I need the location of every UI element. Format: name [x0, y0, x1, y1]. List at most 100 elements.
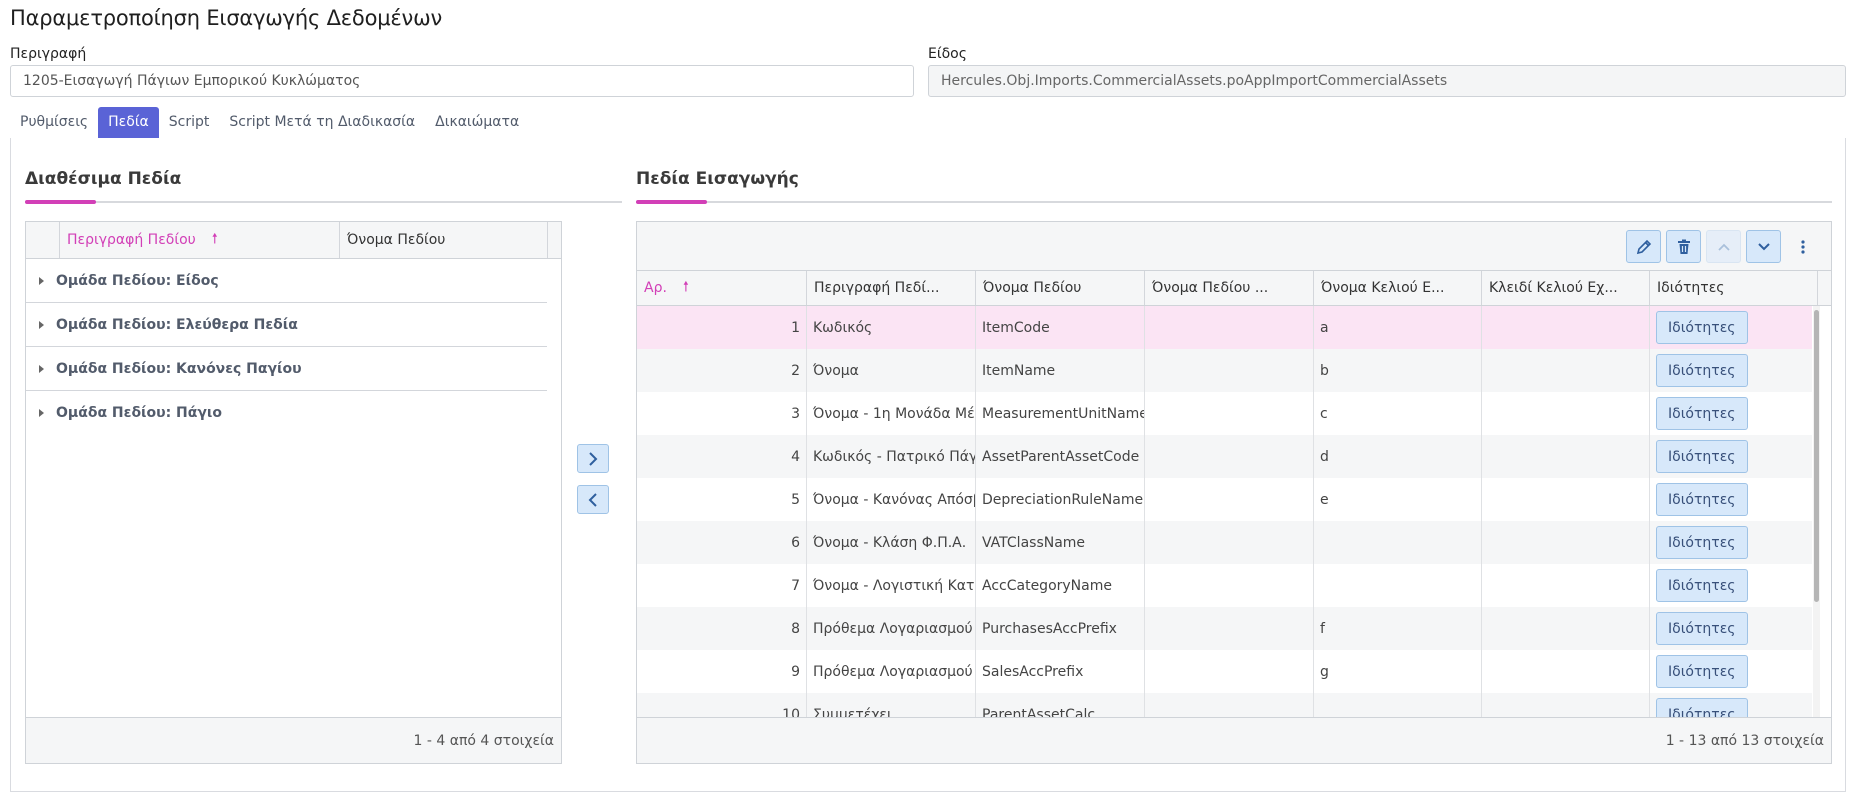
cell-properties: Ιδιότητες: [1649, 693, 1812, 718]
col-header-label: Κλειδί Κελιού Εχ...: [1489, 280, 1618, 296]
col-header-field-name[interactable]: Όνομα Πεδίου: [339, 222, 547, 258]
table-row[interactable]: 1 Κωδικός ItemCode a Ιδιότητες: [637, 306, 1812, 349]
move-down-button[interactable]: [1746, 230, 1781, 263]
tab-settings[interactable]: Ρυθμίσεις: [10, 107, 98, 138]
properties-button[interactable]: Ιδιότητες: [1656, 483, 1748, 516]
scroll-col-header: [1817, 271, 1831, 305]
col-header-cell-key[interactable]: Κλειδί Κελιού Εχ...: [1481, 271, 1649, 305]
expand-caret-icon[interactable]: [39, 320, 44, 329]
cell-properties: Ιδιότητες: [1649, 478, 1812, 521]
cell-key: [1481, 521, 1649, 564]
import-config-page: Παραμετροποίηση Εισαγωγής Δεδομένων Περι…: [0, 0, 1857, 800]
cell-no: 10: [782, 706, 800, 719]
sort-asc-icon: 🠕: [211, 231, 218, 247]
col-header-label: Όνομα Πεδίου ...: [1152, 280, 1269, 296]
properties-button[interactable]: Ιδιότητες: [1656, 569, 1748, 602]
col-header-label: Περιγραφή Πεδίου: [67, 232, 196, 248]
col-header-field-description[interactable]: Περιγραφή Πεδί...: [806, 271, 975, 305]
group-row[interactable]: Ομάδα Πεδίου: Ελεύθερα Πεδία: [26, 303, 547, 347]
table-row[interactable]: 8 Πρόθεμα Λογαριασμού Α PurchasesAccPrefix…: [637, 607, 1812, 650]
cell-key: [1481, 607, 1649, 650]
properties-button[interactable]: Ιδιότητες: [1656, 311, 1748, 344]
cell-cell: [1313, 521, 1481, 564]
tab-fields[interactable]: Πεδία: [98, 107, 159, 138]
col-header-field-name[interactable]: Όνομα Πεδίου: [975, 271, 1144, 305]
col-header-field-description[interactable]: Περιγραφή Πεδίου 🠕: [59, 222, 339, 258]
cell-desc: Όνομα - Κλάση Φ.Π.Α.: [806, 521, 975, 564]
cell-name: ParentAssetCalc: [975, 693, 1144, 718]
tab-post-script[interactable]: Script Μετά τη Διαδικασία: [219, 107, 425, 138]
table-row[interactable]: 4 Κωδικός - Πατρικό Πάγιο AssetParentAsset…: [637, 435, 1812, 478]
pager-info: 1 - 13 από 13 στοιχεία: [1665, 732, 1824, 749]
import-fields-divider: [636, 201, 1832, 203]
col-header-field-name-2[interactable]: Όνομα Πεδίου ...: [1144, 271, 1313, 305]
cell-desc: Όνομα - Λογιστική Κατηγ: [806, 564, 975, 607]
cell-desc: Όνομα - 1η Μονάδα Μέτρ: [806, 392, 975, 435]
add-field-button[interactable]: [577, 444, 609, 473]
cell-key: [1481, 392, 1649, 435]
table-row[interactable]: 7 Όνομα - Λογιστική Κατηγ AccCategoryName Ι…: [637, 564, 1812, 607]
expand-caret-icon[interactable]: [39, 276, 44, 285]
properties-button[interactable]: Ιδιότητες: [1656, 440, 1748, 473]
properties-button[interactable]: Ιδιότητες: [1656, 655, 1748, 688]
properties-button[interactable]: Ιδιότητες: [1656, 397, 1748, 430]
cell-no: 2: [791, 362, 800, 379]
available-grid-footer: 1 - 4 από 4 στοιχεία: [26, 717, 561, 763]
type-label: Είδος: [928, 46, 967, 62]
edit-button[interactable]: [1626, 230, 1661, 263]
table-row[interactable]: 6 Όνομα - Κλάση Φ.Π.Α. VATClassName Ιδιότητ…: [637, 521, 1812, 564]
table-row[interactable]: 5 Όνομα - Κανόνας Απόσβε DepreciationRuleN…: [637, 478, 1812, 521]
properties-button[interactable]: Ιδιότητες: [1656, 698, 1748, 718]
cell-no: 8: [791, 620, 800, 637]
col-header-number[interactable]: Αρ. 🠕: [637, 271, 806, 305]
cell-name: AccCategoryName: [975, 564, 1144, 607]
cell-cell: g: [1313, 650, 1481, 693]
expand-caret-icon[interactable]: [39, 364, 44, 373]
group-row[interactable]: Ομάδα Πεδίου: Κανόνες Παγίου: [26, 347, 547, 391]
cell-cell: d: [1313, 435, 1481, 478]
col-header-cell-name[interactable]: Όνομα Κελιού Ε...: [1313, 271, 1481, 305]
cell-name2: [1144, 650, 1313, 693]
tab-script[interactable]: Script: [159, 107, 220, 138]
expand-caret-icon[interactable]: [39, 409, 44, 417]
scrollbar-thumb[interactable]: [1814, 310, 1819, 602]
scroll-col-header: [547, 222, 561, 258]
cell-properties: Ιδιότητες: [1649, 650, 1812, 693]
table-row[interactable]: 3 Όνομα - 1η Μονάδα Μέτρ MeasurementUnitNa…: [637, 392, 1812, 435]
available-fields-accent: [25, 200, 96, 204]
more-options-button[interactable]: [1790, 230, 1816, 263]
col-header-label: Αρ.: [644, 280, 667, 296]
cell-name2: [1144, 607, 1313, 650]
move-up-button[interactable]: [1706, 230, 1741, 263]
group-row[interactable]: Ομάδα Πεδίου: Πάγιο: [26, 391, 547, 435]
col-header-properties[interactable]: Ιδιότητες: [1649, 271, 1817, 305]
chevron-right-icon: [589, 451, 598, 466]
description-input[interactable]: [10, 65, 914, 97]
cell-no: 1: [791, 319, 800, 336]
type-input[interactable]: [928, 65, 1846, 97]
cell-name2: [1144, 478, 1313, 521]
properties-button[interactable]: Ιδιότητες: [1656, 526, 1748, 559]
group-col-header[interactable]: [26, 222, 59, 258]
table-row[interactable]: 9 Πρόθεμα Λογαριασμού Π SalesAccPrefix g Ιδι…: [637, 650, 1812, 693]
cell-no: 7: [791, 577, 800, 594]
cell-name: VATClassName: [975, 521, 1144, 564]
vertical-scrollbar[interactable]: [1813, 306, 1820, 718]
grid-toolbar: [637, 222, 1831, 271]
cell-key: [1481, 306, 1649, 349]
tab-permissions[interactable]: Δικαιώματα: [425, 107, 529, 138]
properties-button[interactable]: Ιδιότητες: [1656, 354, 1748, 387]
remove-field-button[interactable]: [577, 485, 609, 514]
cell-properties: Ιδιότητες: [1649, 435, 1812, 478]
delete-button[interactable]: [1666, 230, 1701, 263]
table-row[interactable]: 10 Συμμετέχει ParentAssetCalc Ιδιότητες: [637, 693, 1812, 718]
cell-no: 3: [791, 405, 800, 422]
cell-no: 9: [791, 663, 800, 680]
cell-cell: e: [1313, 478, 1481, 521]
properties-button[interactable]: Ιδιότητες: [1656, 612, 1748, 645]
group-row[interactable]: Ομάδα Πεδίου: Είδος: [26, 259, 547, 303]
available-fields-title: Διαθέσιμα Πεδία: [25, 169, 182, 189]
table-row[interactable]: 2 Όνομα ItemName b Ιδιότητες: [637, 349, 1812, 392]
cell-name2: [1144, 521, 1313, 564]
cell-desc: Πρόθεμα Λογαριασμού Π: [806, 650, 975, 693]
